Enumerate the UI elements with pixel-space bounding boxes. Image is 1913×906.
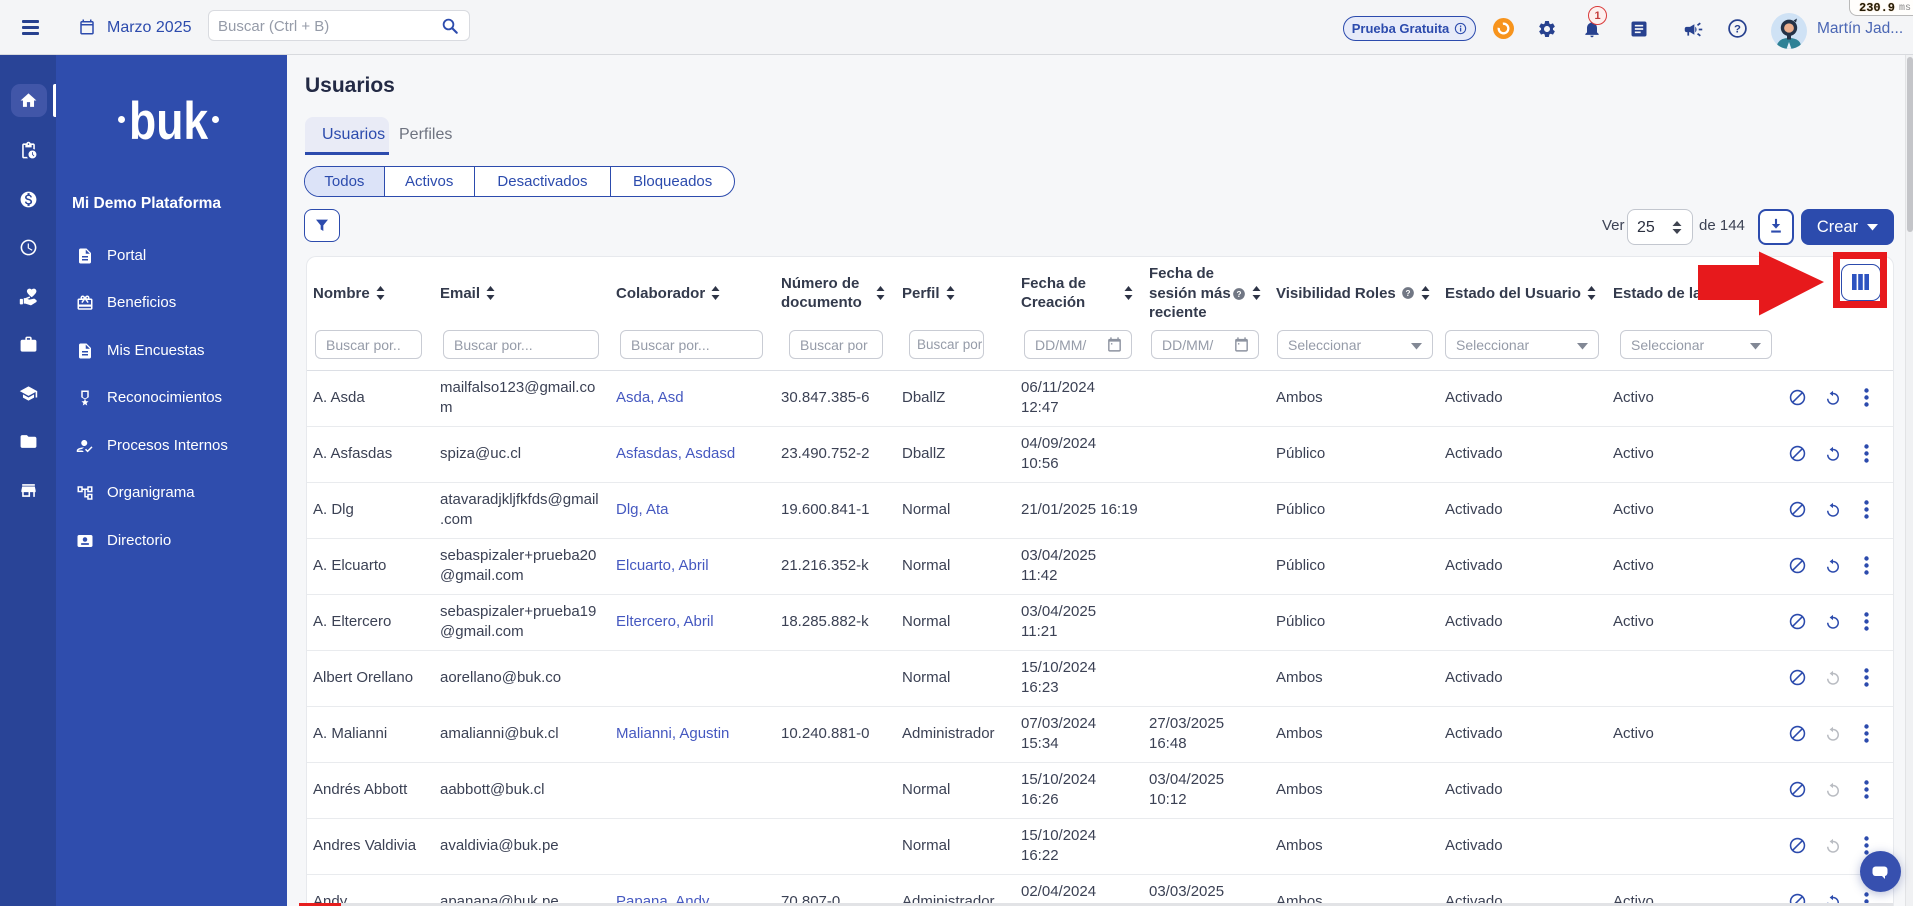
svg-text:?: ? (1237, 290, 1242, 299)
svg-text:?: ? (1405, 289, 1410, 298)
svg-text:?: ? (1734, 23, 1741, 35)
